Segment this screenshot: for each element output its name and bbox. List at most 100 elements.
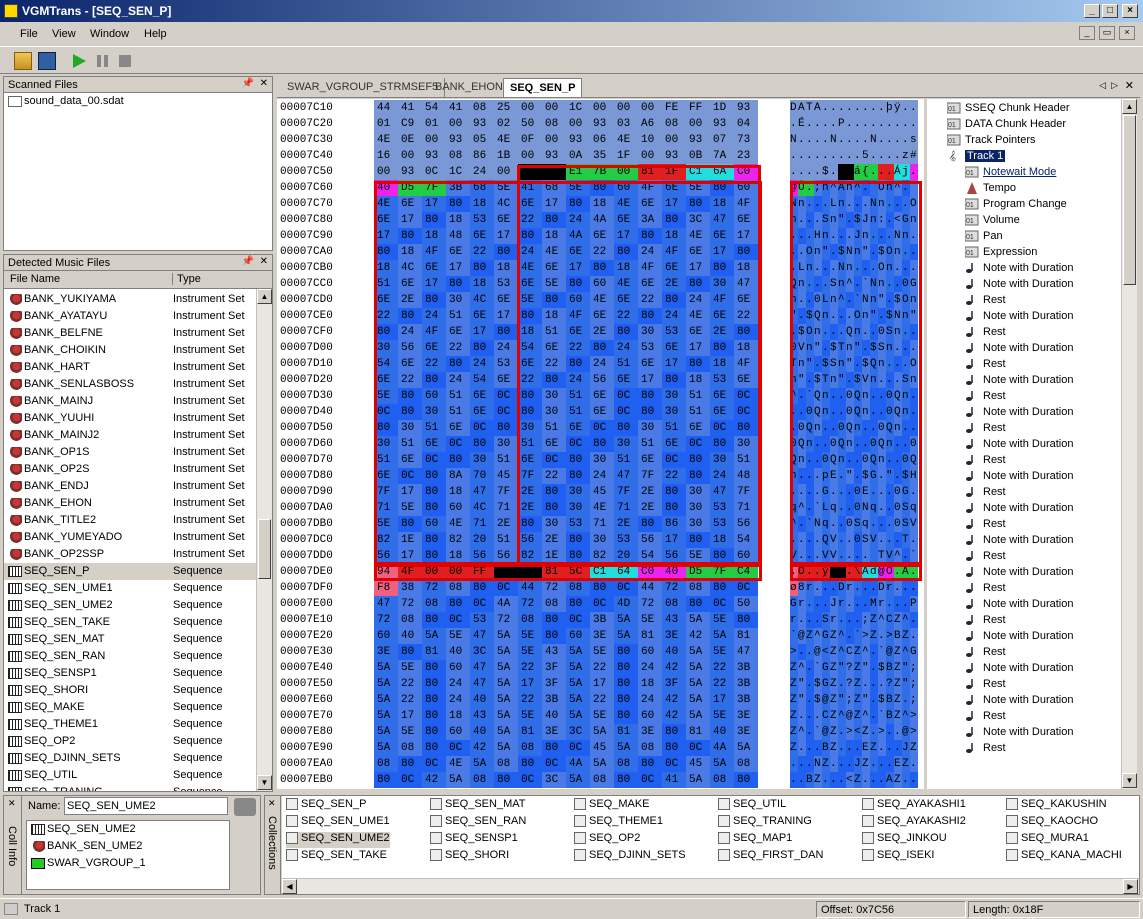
hex-byte[interactable]: 6E [494,292,518,308]
hex-byte[interactable]: 18 [590,196,614,212]
close-icon[interactable]: ✕ [260,78,268,89]
hex-byte[interactable]: 60 [734,548,758,564]
ascii-char[interactable]: S [822,612,830,628]
ascii-char[interactable]: $ [862,468,870,484]
hex-byte[interactable]: 30 [398,420,422,436]
hex-byte[interactable]: 71 [734,500,758,516]
hex-byte[interactable]: 30 [566,500,590,516]
hex-byte[interactable]: 80 [614,660,638,676]
hex-byte[interactable]: 0E [398,132,422,148]
ascii-char[interactable]: z [902,148,910,164]
hex-byte[interactable]: 6E [446,244,470,260]
hex-byte[interactable]: 24 [446,676,470,692]
scroll-up-icon[interactable]: ▲ [257,289,272,304]
hex-byte[interactable]: 08 [422,596,446,612]
hex-byte[interactable]: 5A [566,772,590,788]
ascii-char[interactable]: E [830,468,838,484]
hex-byte[interactable]: 81 [638,628,662,644]
hex-byte[interactable]: 6E [710,404,734,420]
hex-byte[interactable]: 07 [710,132,734,148]
hex-byte[interactable]: 42 [662,660,686,676]
ascii-char[interactable]: . [902,100,910,116]
ascii-char[interactable]: . [798,484,806,500]
ascii-char[interactable]: . [894,740,902,756]
hex-byte[interactable]: 51 [374,452,398,468]
close-icon[interactable]: ✕ [260,256,268,267]
ascii-char[interactable]: . [854,132,862,148]
hex-byte[interactable]: 5E [398,500,422,516]
ascii-char[interactable]: n [830,372,838,388]
hex-byte[interactable]: FF [470,564,494,580]
ascii-char[interactable]: Q [790,452,798,468]
hex-bytes[interactable]: 5E 80 60 4E 71 2E 80 30 53 71 2E 80 86 30 53 56 [374,516,758,532]
hex-byte[interactable]: 53 [710,500,734,516]
hex-byte[interactable]: 08 [662,596,686,612]
ascii-char[interactable]: $ [798,324,806,340]
hex-byte[interactable]: 30 [542,516,566,532]
tree-node[interactable]: Note with Duration [927,372,1121,388]
hex-byte[interactable]: 0C [638,772,662,788]
hex-ascii[interactable]: ". $ Qn... On ". $ Nn " [790,308,920,324]
ascii-char[interactable]: Z [870,628,878,644]
ascii-char[interactable]: J [862,212,870,228]
ascii-char[interactable]: . [838,532,846,548]
hex-byte[interactable]: 6E [470,308,494,324]
hex-byte[interactable]: 4F [566,308,590,324]
ascii-char[interactable]: 0 [894,484,902,500]
hex-byte[interactable]: 6E [710,388,734,404]
hex-bytes[interactable]: 6E 17 80 18 53 6E 22 80 24 4A 6E 3A 80 3C 47 6E [374,212,758,228]
hex-byte[interactable]: C0 [638,564,662,580]
ascii-char[interactable]: . [838,756,846,772]
ascii-char[interactable]: . [830,100,838,116]
hex-byte[interactable]: 1C [446,164,470,180]
ascii-char[interactable]: n [806,260,814,276]
ascii-char[interactable]: . [910,580,918,596]
hex-byte[interactable]: 48 [734,468,758,484]
ascii-char[interactable]: þ [886,100,894,116]
hex-byte[interactable]: 4F [734,356,758,372]
hex-bytes[interactable]: 80 24 4F 6E 17 80 18 51 6E 2E 80 30 53 6E 2E 80 [374,324,758,340]
ascii-char[interactable]: Ä [902,564,910,580]
hex-bytes[interactable]: 80 0C 42 5A 08 80 0C 3C 5A 08 80 0C 41 5A 08 80 [374,772,758,788]
hex-bytes[interactable]: 22 80 24 51 6E 17 80 18 4F 6E 22 80 24 4E 6E 22 [374,308,758,324]
ascii-char[interactable]: . [878,628,886,644]
tree-node[interactable]: Rest [927,452,1121,468]
ascii-char[interactable]: $ [814,676,822,692]
hex-row[interactable]: 00007CA0 80 18 4F 6E 22 80 24 4E 6E 22 80 24 4F 6E 17 80… [277,244,924,260]
hex-ascii[interactable]: Qn... Sn ^. ` Nn.. 0 G [790,276,920,292]
ascii-char[interactable]: Q [798,436,806,452]
hex-byte[interactable]: 6E [686,420,710,436]
ascii-char[interactable]: " [838,212,846,228]
hex-byte[interactable]: 22 [542,356,566,372]
ascii-char[interactable]: 0 [870,436,878,452]
ascii-char[interactable]: S [902,516,910,532]
hex-byte[interactable]: 40 [710,724,734,740]
hex-byte[interactable]: 6E [446,420,470,436]
hex-ascii[interactable]: .Ln...Nn...On... [790,260,920,276]
hex-byte[interactable]: 80 [542,612,566,628]
hex-byte[interactable]: C1 [590,564,614,580]
hex-byte[interactable]: 5E [374,388,398,404]
ascii-char[interactable]: @ [886,644,894,660]
hex-byte[interactable]: 81 [614,724,638,740]
hex-byte[interactable]: 80 [542,500,566,516]
hex-byte[interactable]: 08 [734,756,758,772]
ascii-char[interactable]: 0 [846,388,854,404]
hex-byte[interactable]: 30 [446,292,470,308]
hex-bytes[interactable]: 51 6E 0C 80 30 51 6E 0C 80 30 51 6E 0C 80 30 51 [374,452,758,468]
hex-byte[interactable]: 71 [614,500,638,516]
ascii-char[interactable]: Z [830,724,838,740]
collection-item[interactable]: SEQ_KAKUSHIN [1006,798,1107,814]
hex-byte[interactable]: 00 [590,100,614,116]
tree-node[interactable]: Rest [927,292,1121,308]
ascii-char[interactable]: " [822,244,830,260]
ascii-char[interactable]: 0 [886,388,894,404]
ascii-char[interactable]: N [790,196,798,212]
hex-byte[interactable]: 3B [734,676,758,692]
hex-row[interactable]: 00007EB0 80 0C 42 5A 08 80 0C 3C 5A 08 80 0C 41 5A 08 80… [277,772,924,788]
ascii-char[interactable]: E [862,740,870,756]
hex-byte[interactable]: 80 [710,180,734,196]
hex-byte[interactable]: 6E [614,372,638,388]
hex-bytes[interactable]: 4E 0E 00 93 05 4E 0F 00 93 06 4E 10 00 93 07 73 [374,132,758,148]
ascii-char[interactable]: . [822,772,830,788]
